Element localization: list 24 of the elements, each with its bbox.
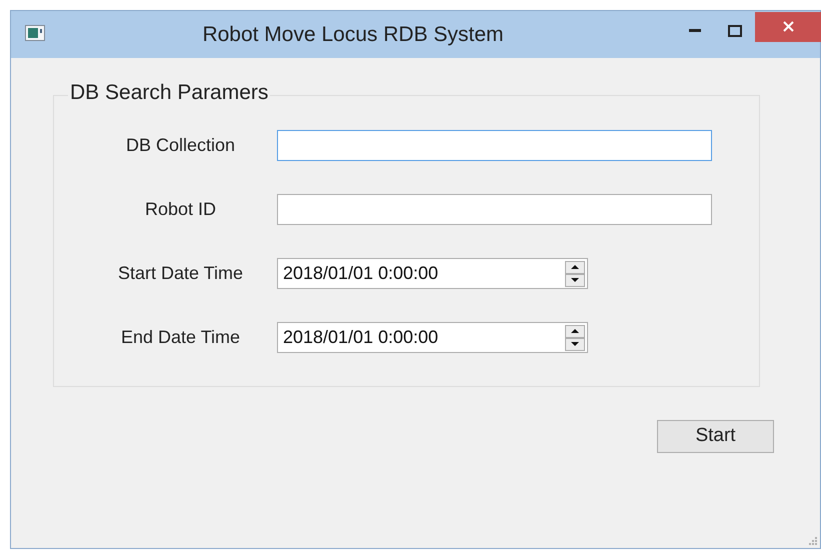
spin-up-button[interactable] bbox=[565, 260, 585, 274]
datetime-field[interactable]: 2018/01/01 0:00:00 bbox=[277, 322, 588, 353]
close-icon bbox=[782, 21, 794, 32]
input-field[interactable] bbox=[277, 194, 712, 225]
app-icon bbox=[25, 25, 45, 41]
down-arrow-icon bbox=[571, 278, 579, 282]
start-button[interactable]: Start bbox=[657, 420, 774, 453]
up-arrow-icon bbox=[571, 329, 579, 333]
up-arrow-icon bbox=[571, 265, 579, 269]
minimize-icon bbox=[689, 29, 701, 32]
close-button[interactable] bbox=[755, 12, 821, 42]
field-label: DB Collection bbox=[126, 134, 236, 157]
input-field[interactable] bbox=[277, 130, 712, 161]
resize-grip-icon bbox=[808, 536, 818, 546]
spin-up-button[interactable] bbox=[565, 324, 585, 338]
spin-down-button[interactable] bbox=[565, 274, 585, 286]
maximize-icon bbox=[728, 24, 742, 36]
window-title: Robot Move Locus RDB System bbox=[202, 22, 504, 48]
down-arrow-icon bbox=[571, 342, 579, 346]
field-label: End Date Time bbox=[120, 326, 240, 349]
datetime-field[interactable]: 2018/01/01 0:00:00 bbox=[277, 258, 588, 289]
field-label: Robot ID bbox=[144, 198, 216, 221]
field-label: Start Date Time bbox=[118, 262, 244, 285]
spin-down-button[interactable] bbox=[565, 338, 585, 350]
